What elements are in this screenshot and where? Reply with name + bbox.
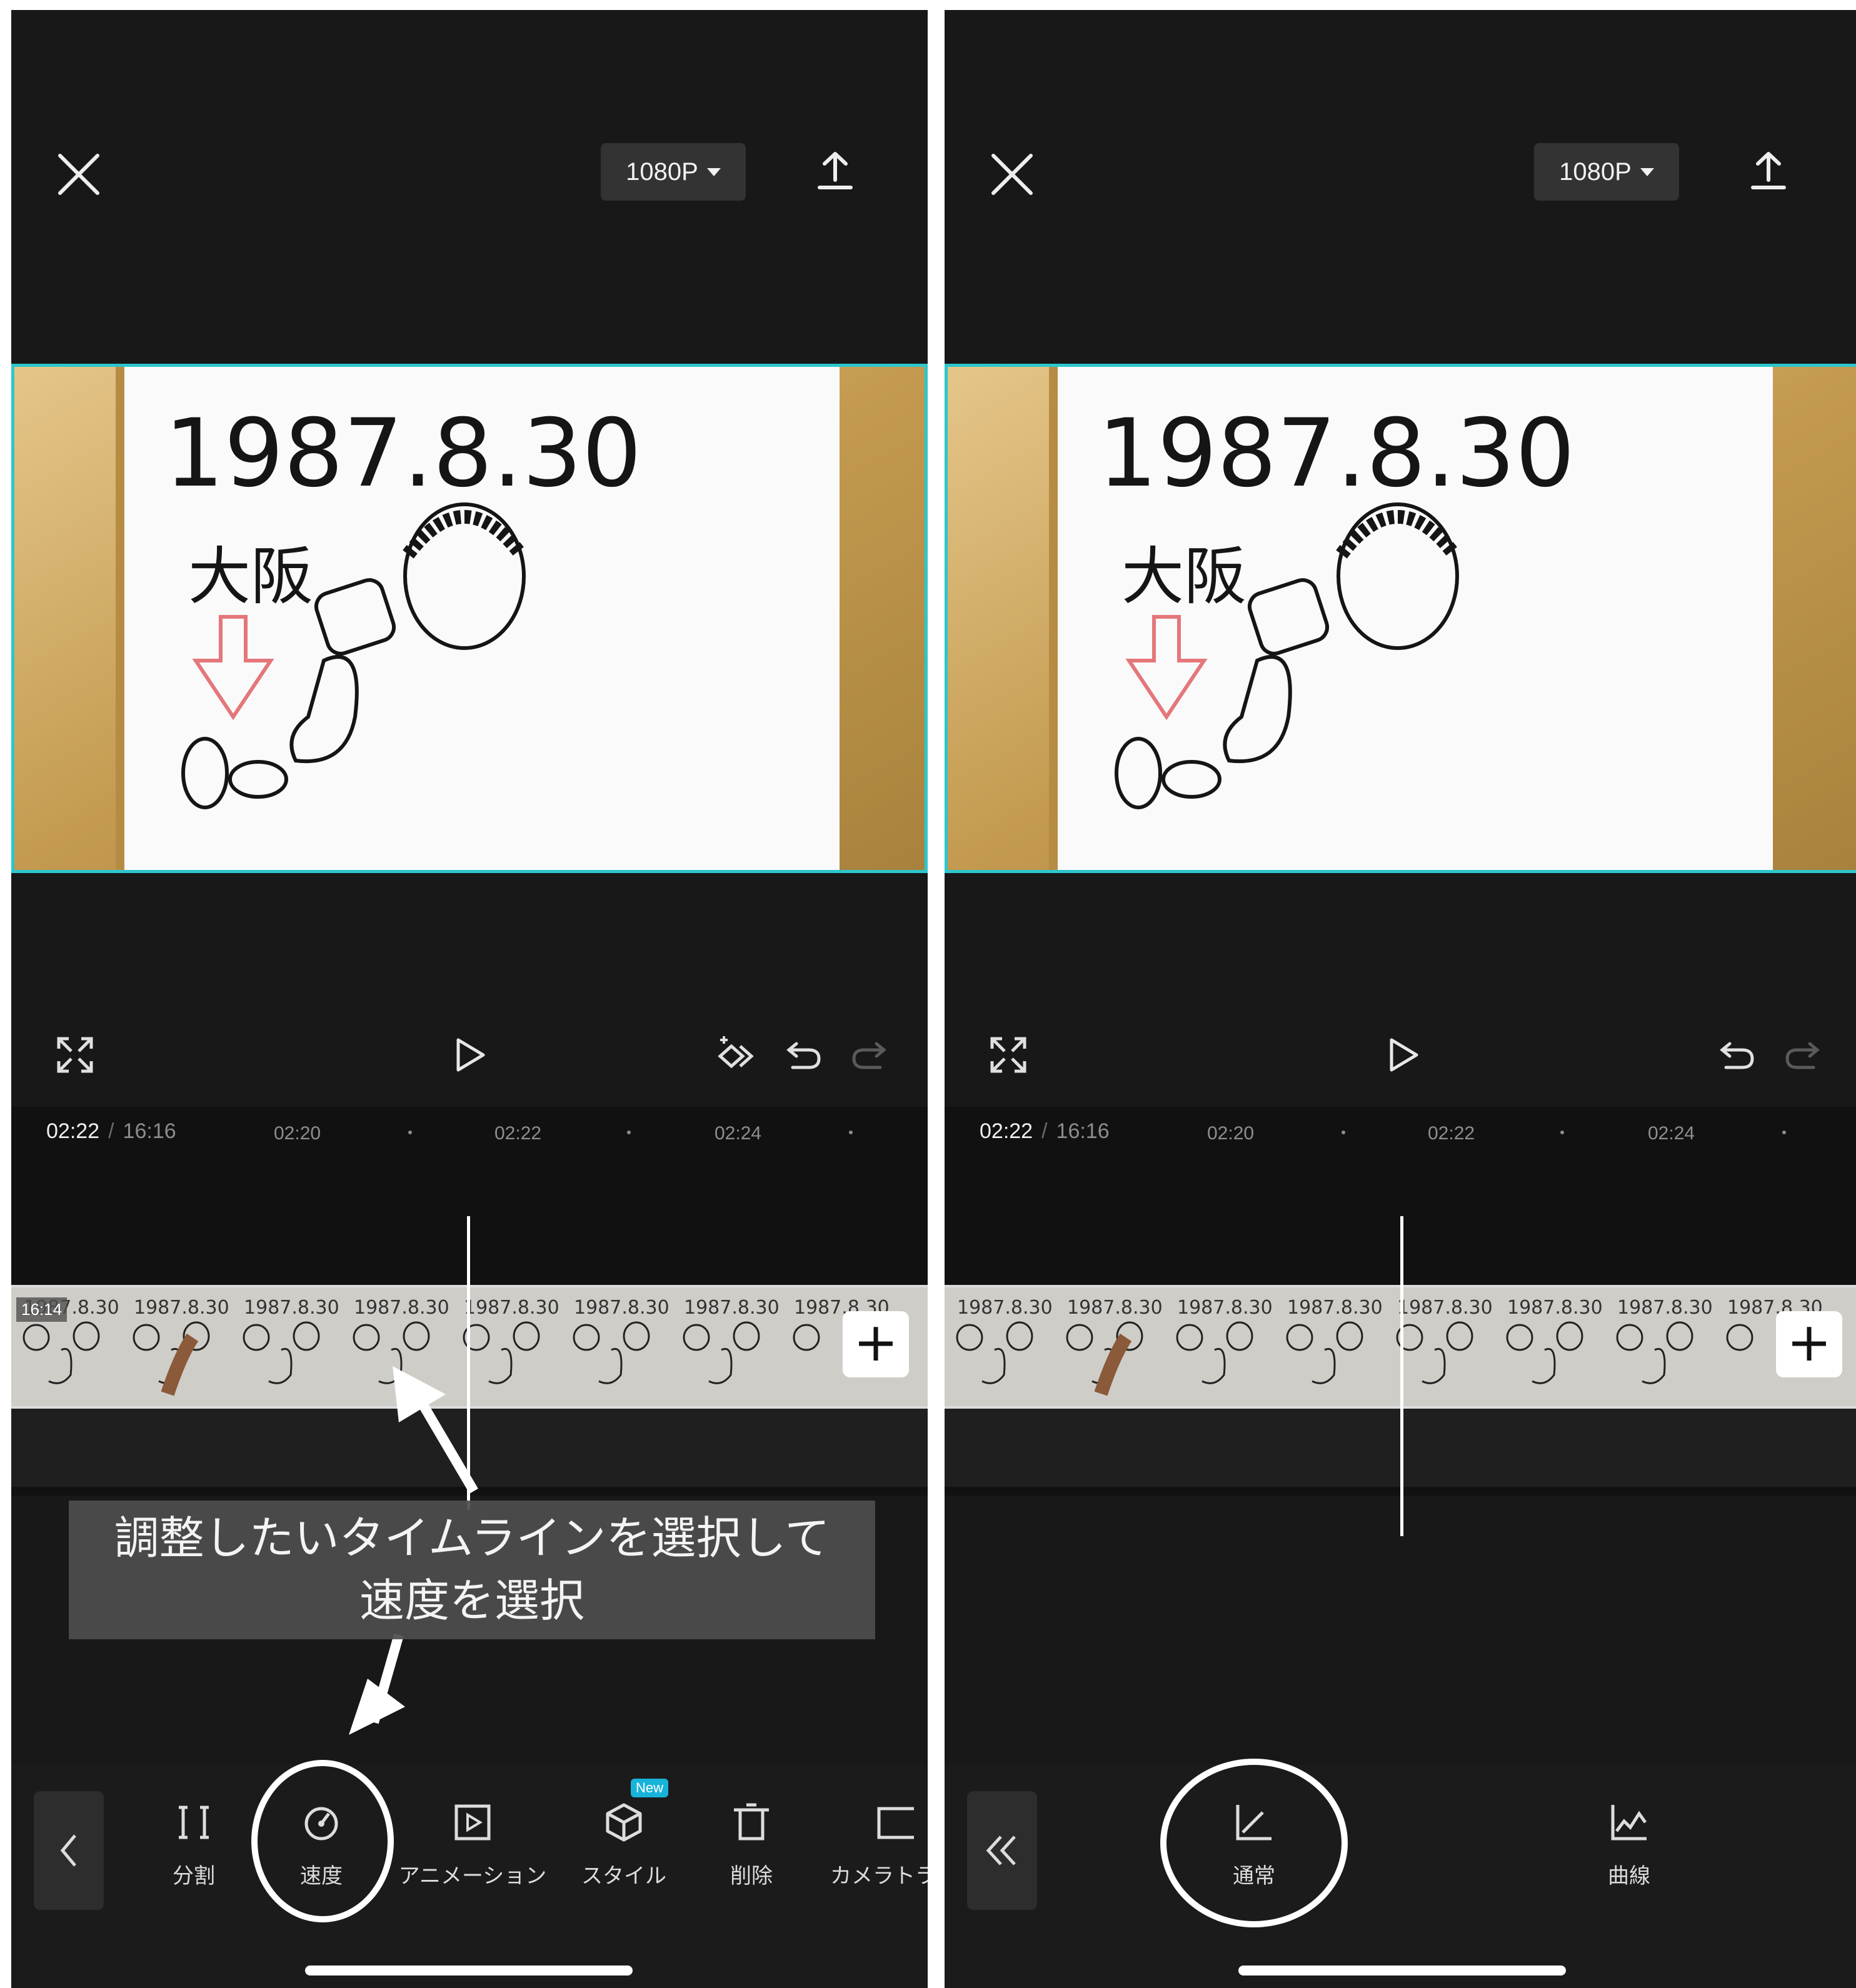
time-ruler[interactable]: 02:22 / 16:16 02:20 02:22 02:24 [11,1107,928,1158]
add-clip-button[interactable]: + [1776,1311,1842,1377]
editor-screen-right: 1080P 1987.8.30 大阪 02:22 / 16:16 02:20 0… [945,10,1856,1988]
add-clip-button[interactable]: + [843,1311,909,1377]
undo-icon[interactable] [1717,1035,1757,1075]
tool-delete[interactable]: 削除 [670,1790,833,1896]
svg-text:1987.8.30: 1987.8.30 [1067,1297,1163,1319]
chevron-down-icon [1640,167,1654,176]
ruler-tick: 02:24 [1648,1123,1695,1144]
highlight-circle [251,1760,394,1922]
new-badge: New [631,1779,669,1797]
animation-icon [454,1804,491,1841]
ruler-dot [408,1131,412,1134]
frame-place-text: 大阪 [1121,540,1247,613]
export-icon[interactable] [1747,149,1790,192]
ruler-dot [1560,1131,1564,1134]
resolution-label: 1080P [1559,157,1632,186]
editor-screen-left: 1080P 1987.8.30 大阪 02:22 / 16:16 02:20 0… [11,10,928,1988]
resolution-dropdown[interactable]: 1080P [601,143,746,201]
svg-text:1987.8.30: 1987.8.30 [1617,1297,1713,1319]
ruler-dot [1342,1131,1345,1134]
clip-duration-badge: 16:14 [16,1297,68,1322]
playhead[interactable] [1400,1216,1403,1536]
svg-text:1987.8.30: 1987.8.30 [1177,1297,1273,1319]
total-time: 16:16 [1056,1119,1110,1143]
curve-speed-icon [1611,1805,1647,1841]
close-icon[interactable] [988,151,1036,198]
tool-animation[interactable]: アニメーション [391,1790,554,1896]
ruler-tick: 02:20 [1207,1123,1255,1144]
back-button[interactable] [967,1791,1037,1910]
svg-text:1987.8.30: 1987.8.30 [244,1297,339,1319]
ruler-dot [1782,1131,1786,1134]
svg-text:1987.8.30: 1987.8.30 [134,1297,229,1319]
play-icon[interactable] [449,1035,489,1075]
time-readout: 02:22 / 16:16 [980,1119,1110,1144]
keyframe-icon[interactable] [718,1035,758,1075]
play-icon[interactable] [1383,1035,1423,1075]
style-cube-icon [606,1803,642,1842]
ruler-tick: 02:20 [274,1123,321,1144]
tool-label: カメラトラ [830,1864,928,1889]
video-preview[interactable]: 1987.8.30 大阪 [11,364,928,873]
svg-text:1987.8.30: 1987.8.30 [1397,1297,1493,1319]
total-time: 16:16 [123,1119,176,1143]
tool-curve-speed[interactable]: 曲線 [1548,1790,1710,1896]
svg-text:1987.8.30: 1987.8.30 [1287,1297,1383,1319]
svg-text:1987.8.30: 1987.8.30 [354,1297,449,1319]
home-indicator[interactable] [1238,1966,1566,1976]
export-icon[interactable] [813,149,857,192]
ruler-tick: 02:22 [1428,1123,1475,1144]
video-preview[interactable]: 1987.8.30 大阪 [945,364,1856,873]
edit-toolbar: 分割 速度 アニメーション スタイル New 削除 カメラトラ [11,1765,928,1988]
close-icon[interactable] [55,151,103,198]
current-time: 02:22 [980,1119,1033,1143]
speed-toolbar: 通常 曲線 [945,1765,1856,1988]
tool-label: 曲線 [1608,1864,1650,1889]
caption-line: 調整したいタイムラインを選択して [114,1512,830,1564]
chevron-down-icon [706,167,721,176]
time-separator: / [108,1119,114,1143]
svg-text:1987.8.30: 1987.8.30 [1507,1297,1603,1319]
svg-text:1987.8.30: 1987.8.30 [464,1297,559,1319]
time-ruler[interactable]: 02:22 / 16:16 02:20 02:22 02:24 [945,1107,1856,1158]
back-button[interactable] [34,1791,104,1910]
current-time: 02:22 [46,1119,100,1143]
tool-camera-track[interactable]: カメラトラ [813,1790,928,1896]
redo-icon[interactable] [849,1035,889,1075]
svg-text:1987.8.30: 1987.8.30 [574,1297,670,1319]
instruction-caption: 調整したいタイムラインを選択して 速度を選択 [69,1501,875,1639]
fullscreen-icon[interactable] [988,1035,1028,1075]
home-indicator[interactable] [305,1966,633,1976]
resolution-label: 1080P [626,157,698,186]
time-separator: / [1041,1119,1048,1143]
svg-text:1987.8.30: 1987.8.30 [957,1297,1053,1319]
frame-place-text: 大阪 [188,540,313,613]
camera-track-icon [877,1807,914,1839]
tool-label: 削除 [730,1864,773,1889]
split-icon [179,1806,209,1839]
time-readout: 02:22 / 16:16 [46,1119,176,1144]
delete-icon [734,1803,769,1841]
svg-text:1987.8.30: 1987.8.30 [684,1297,780,1319]
double-chevron-left-icon [986,1836,1016,1866]
frame-date-text: 1987.8.30 [164,399,641,508]
ruler-dot [849,1131,853,1134]
chevron-left-icon [60,1834,76,1867]
fullscreen-icon[interactable] [55,1035,95,1075]
ruler-tick: 02:22 [494,1123,542,1144]
caption-line: 速度を選択 [359,1574,584,1627]
ruler-tick: 02:24 [715,1123,762,1144]
highlight-circle [1160,1759,1348,1927]
ruler-dot [627,1131,631,1134]
tool-label: アニメーション [398,1864,547,1889]
undo-icon[interactable] [784,1035,824,1075]
redo-icon[interactable] [1782,1035,1822,1075]
frame-date-text: 1987.8.30 [1098,399,1575,508]
resolution-dropdown[interactable]: 1080P [1534,143,1679,201]
